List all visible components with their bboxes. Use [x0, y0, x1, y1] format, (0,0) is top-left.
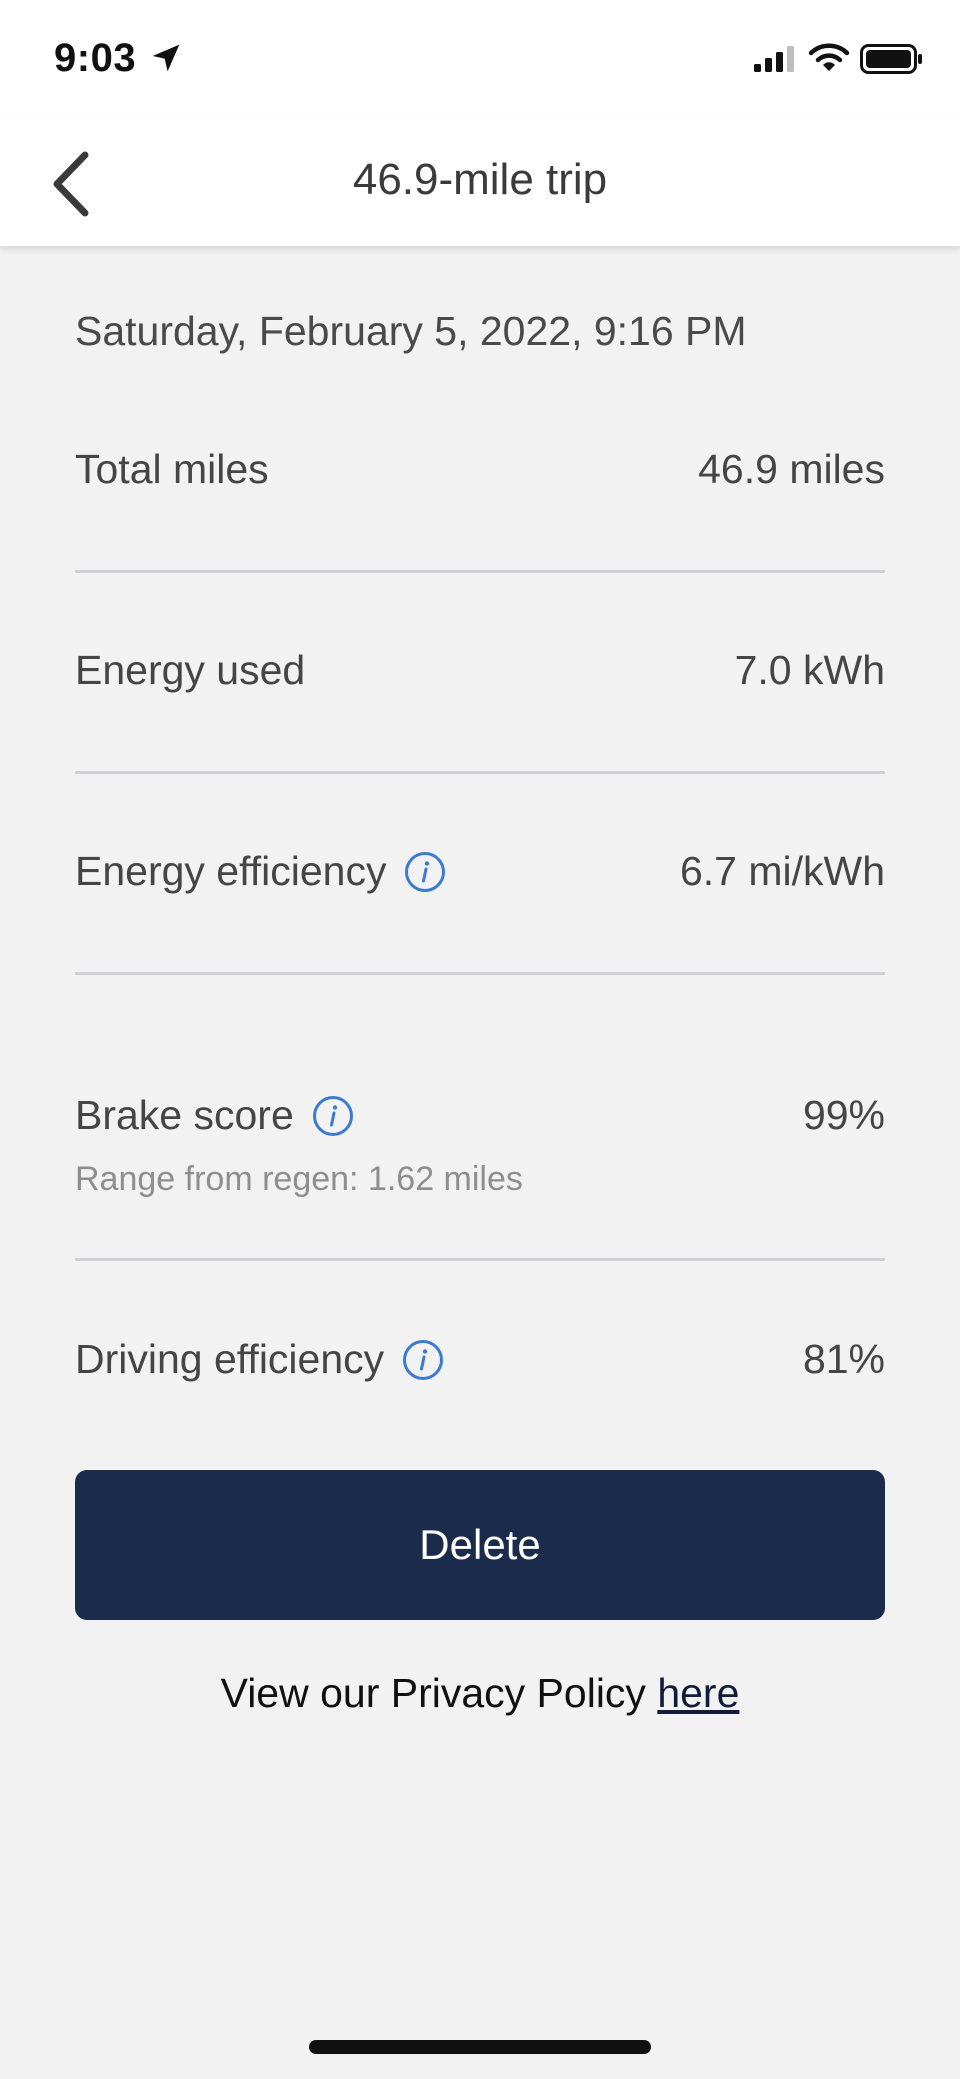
metric-label: Driving efficiency — [75, 1336, 444, 1383]
info-icon[interactable] — [312, 1095, 354, 1137]
divider — [75, 1258, 885, 1261]
info-icon[interactable] — [404, 851, 446, 893]
cellular-signal-icon — [754, 46, 794, 72]
metric-subtext: Range from regen: 1.62 miles — [75, 1160, 523, 1198]
metric-label-text: Energy efficiency — [75, 848, 387, 894]
divider — [75, 570, 885, 573]
trip-date: Saturday, February 5, 2022, 9:16 PM — [75, 308, 747, 354]
home-indicator[interactable] — [309, 2040, 651, 2054]
metric-value: 99% — [802, 1092, 885, 1138]
divider — [75, 972, 885, 975]
metric-label-text: Driving efficiency — [75, 1336, 385, 1382]
info-icon[interactable] — [402, 1339, 444, 1381]
privacy-policy-text: View our Privacy Policy here — [75, 1670, 885, 1717]
divider — [75, 771, 885, 774]
metric-label: Energy efficiency — [75, 848, 446, 895]
metric-value: 46.9 miles — [698, 446, 885, 492]
metric-label-text: Brake score — [75, 1092, 294, 1138]
metric-value: 81% — [802, 1336, 885, 1382]
metric-value: 6.7 mi/kWh — [679, 848, 885, 894]
battery-icon — [860, 44, 922, 74]
chevron-left-icon — [53, 151, 89, 217]
back-button[interactable] — [36, 146, 106, 222]
navigation-bar: 46.9-mile trip — [0, 118, 960, 246]
privacy-policy-label: View our Privacy Policy — [220, 1670, 658, 1716]
metric-label: Total miles — [75, 446, 269, 492]
privacy-policy-link[interactable]: here — [657, 1670, 739, 1716]
status-bar: 9:03 — [0, 0, 960, 118]
metric-label: Energy used — [75, 647, 306, 693]
page-title: 46.9-mile trip — [352, 155, 608, 204]
metric-value: 7.0 kWh — [734, 647, 885, 693]
delete-button[interactable]: Delete — [75, 1470, 885, 1620]
status-time: 9:03 — [54, 36, 137, 80]
metric-label: Brake score — [75, 1092, 354, 1139]
wifi-icon — [808, 43, 850, 71]
location-arrow-icon — [152, 44, 180, 72]
